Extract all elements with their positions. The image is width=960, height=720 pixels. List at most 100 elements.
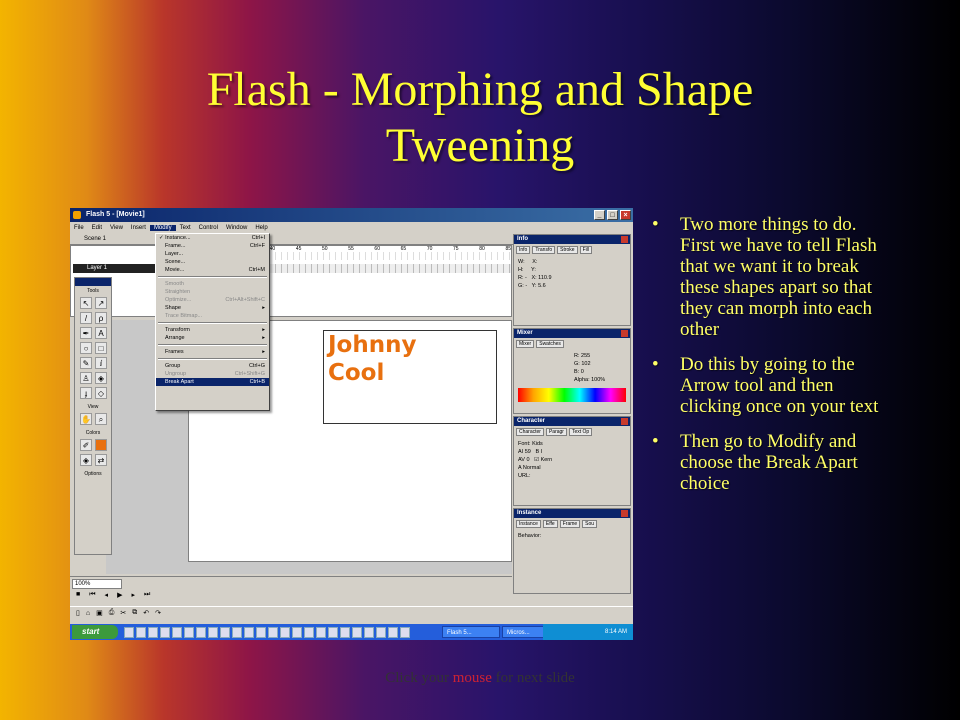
quick-launch-icon[interactable] <box>268 627 278 638</box>
quick-launch-icon[interactable] <box>364 627 374 638</box>
step-back-icon[interactable]: ◂ <box>105 591 109 599</box>
menu-item-arrange[interactable]: Arrange ▸ <box>156 334 269 342</box>
quick-launch-icon[interactable] <box>328 627 338 638</box>
stop-icon[interactable]: ■ <box>76 591 80 599</box>
panel-close-icon[interactable] <box>621 330 628 337</box>
lasso-tool-icon[interactable]: ρ <box>95 312 107 324</box>
tab-transform[interactable]: Transfo <box>532 246 556 254</box>
close-button[interactable]: × <box>620 210 631 220</box>
quick-launch-icon[interactable] <box>136 627 146 638</box>
quick-launch-icon[interactable] <box>352 627 362 638</box>
fill-bucket-icon[interactable]: ◈ <box>80 454 92 466</box>
menu-window[interactable]: Window <box>222 225 251 231</box>
line-tool-icon[interactable]: / <box>80 312 92 324</box>
quick-launch-icon[interactable] <box>292 627 302 638</box>
minimize-button[interactable]: _ <box>594 210 605 220</box>
stroke-color-icon[interactable]: ✐ <box>80 439 92 451</box>
text-tool-icon[interactable]: A <box>95 327 107 339</box>
tab-swatches[interactable]: Swatches <box>536 340 564 348</box>
mixer-b-value[interactable]: 0 <box>581 369 584 375</box>
menu-modify[interactable]: Modify <box>149 224 176 231</box>
tab-sound[interactable]: Sou <box>582 520 598 528</box>
quick-launch-icon[interactable] <box>184 627 194 638</box>
eraser-tool-icon[interactable]: ◇ <box>95 387 107 399</box>
color-spectrum[interactable] <box>518 388 626 402</box>
hand-tool-icon[interactable]: ✋ <box>80 413 92 425</box>
fill-color-swatch[interactable] <box>95 439 107 451</box>
menu-item-frame[interactable]: Frame... Ctrl+F <box>156 242 269 250</box>
pencil-tool-icon[interactable]: ✎ <box>80 357 92 369</box>
quick-launch-icon[interactable] <box>340 627 350 638</box>
quick-launch-icon[interactable] <box>280 627 290 638</box>
dropper-tool-icon[interactable]: ɟ <box>80 387 92 399</box>
redo-icon[interactable]: ↷ <box>155 609 161 617</box>
timeline[interactable]: 25303540455055606570758085 Layer 1 <box>70 245 512 317</box>
save-icon[interactable]: ▣ <box>96 609 103 617</box>
quick-launch-icon[interactable] <box>124 627 134 638</box>
scene-label[interactable]: Scene 1 <box>84 236 106 242</box>
tab-fill[interactable]: Fill <box>579 246 592 254</box>
menu-item-transform[interactable]: Transform ▸ <box>156 326 269 334</box>
menu-edit[interactable]: Edit <box>88 225 106 231</box>
maximize-button[interactable]: □ <box>607 210 618 220</box>
mixer-alpha-value[interactable]: 100% <box>591 377 605 383</box>
mixer-g-value[interactable]: 102 <box>581 361 590 367</box>
new-file-icon[interactable]: ▯ <box>76 609 80 617</box>
print-icon[interactable]: ⎙ <box>109 609 115 617</box>
quick-launch-icon[interactable] <box>304 627 314 638</box>
quick-launch-icon[interactable] <box>244 627 254 638</box>
menu-item-movie[interactable]: Movie... Ctrl+M <box>156 266 269 274</box>
quick-launch-icon[interactable] <box>220 627 230 638</box>
menu-item-instance[interactable]: ✓ Instance... Ctrl+I <box>156 234 269 242</box>
menu-file[interactable]: File <box>70 225 88 231</box>
quick-launch-icon[interactable] <box>160 627 170 638</box>
copy-icon[interactable]: ⧉ <box>132 609 137 617</box>
menu-item-shape[interactable]: Shape ▸ <box>156 304 269 312</box>
menu-view[interactable]: View <box>106 225 127 231</box>
cut-icon[interactable]: ✂ <box>120 609 126 617</box>
tab-effect[interactable]: Effe <box>542 520 558 528</box>
quick-launch-icon[interactable] <box>388 627 398 638</box>
quick-launch-icon[interactable] <box>400 627 410 638</box>
quick-launch-icon[interactable] <box>256 627 266 638</box>
pen-tool-icon[interactable]: ✒ <box>80 327 92 339</box>
undo-icon[interactable]: ↶ <box>143 609 149 617</box>
open-file-icon[interactable]: ⌂ <box>86 610 90 617</box>
menu-insert[interactable]: Insert <box>127 225 150 231</box>
oval-tool-icon[interactable]: ○ <box>80 342 92 354</box>
tab-character[interactable]: Character <box>516 428 544 436</box>
rectangle-tool-icon[interactable]: □ <box>95 342 107 354</box>
ink-bottle-icon[interactable]: ♙ <box>80 372 92 384</box>
panel-close-icon[interactable] <box>621 236 628 243</box>
subselect-tool-icon[interactable]: ↗ <box>95 297 107 309</box>
stage-text-object[interactable]: Johnny Cool <box>323 330 497 424</box>
quick-launch-icon[interactable] <box>172 627 182 638</box>
go-to-end-icon[interactable]: ⏭ <box>144 591 150 599</box>
start-button[interactable]: start <box>72 625 118 639</box>
tab-instance[interactable]: Instance <box>516 520 541 528</box>
paint-bucket-icon[interactable]: ◈ <box>95 372 107 384</box>
menu-item-group[interactable]: Group Ctrl+G <box>156 362 269 370</box>
menu-item-layer[interactable]: Layer... <box>156 250 269 258</box>
menu-help[interactable]: Help <box>251 225 271 231</box>
baseline-field[interactable]: Normal <box>523 465 541 471</box>
tab-mixer[interactable]: Mixer <box>516 340 535 348</box>
tracking-field[interactable]: 0 <box>526 457 529 463</box>
tab-info[interactable]: Info <box>516 246 531 254</box>
menu-control[interactable]: Control <box>195 225 222 231</box>
quick-launch-icon[interactable] <box>196 627 206 638</box>
menu-item-break-apart[interactable]: Break Apart Ctrl+B <box>156 378 269 386</box>
tab-text-options[interactable]: Text Op <box>568 428 593 436</box>
font-field[interactable]: Kids <box>532 441 543 447</box>
font-size-field[interactable]: 59 <box>525 449 531 455</box>
menu-item-frames[interactable]: Frames ▸ <box>156 348 269 356</box>
rewind-icon[interactable]: ⏮ <box>89 591 95 599</box>
taskbar-word-button[interactable]: Micros... <box>502 626 544 638</box>
taskbar-flash-button[interactable]: Flash 5... <box>442 626 500 638</box>
step-forward-icon[interactable]: ▸ <box>131 591 135 599</box>
zoom-tool-icon[interactable]: ⌕ <box>95 413 107 425</box>
panel-close-icon[interactable] <box>621 418 628 425</box>
quick-launch-icon[interactable] <box>316 627 326 638</box>
tab-stroke[interactable]: Stroke <box>557 246 578 254</box>
panel-close-icon[interactable] <box>621 510 628 517</box>
